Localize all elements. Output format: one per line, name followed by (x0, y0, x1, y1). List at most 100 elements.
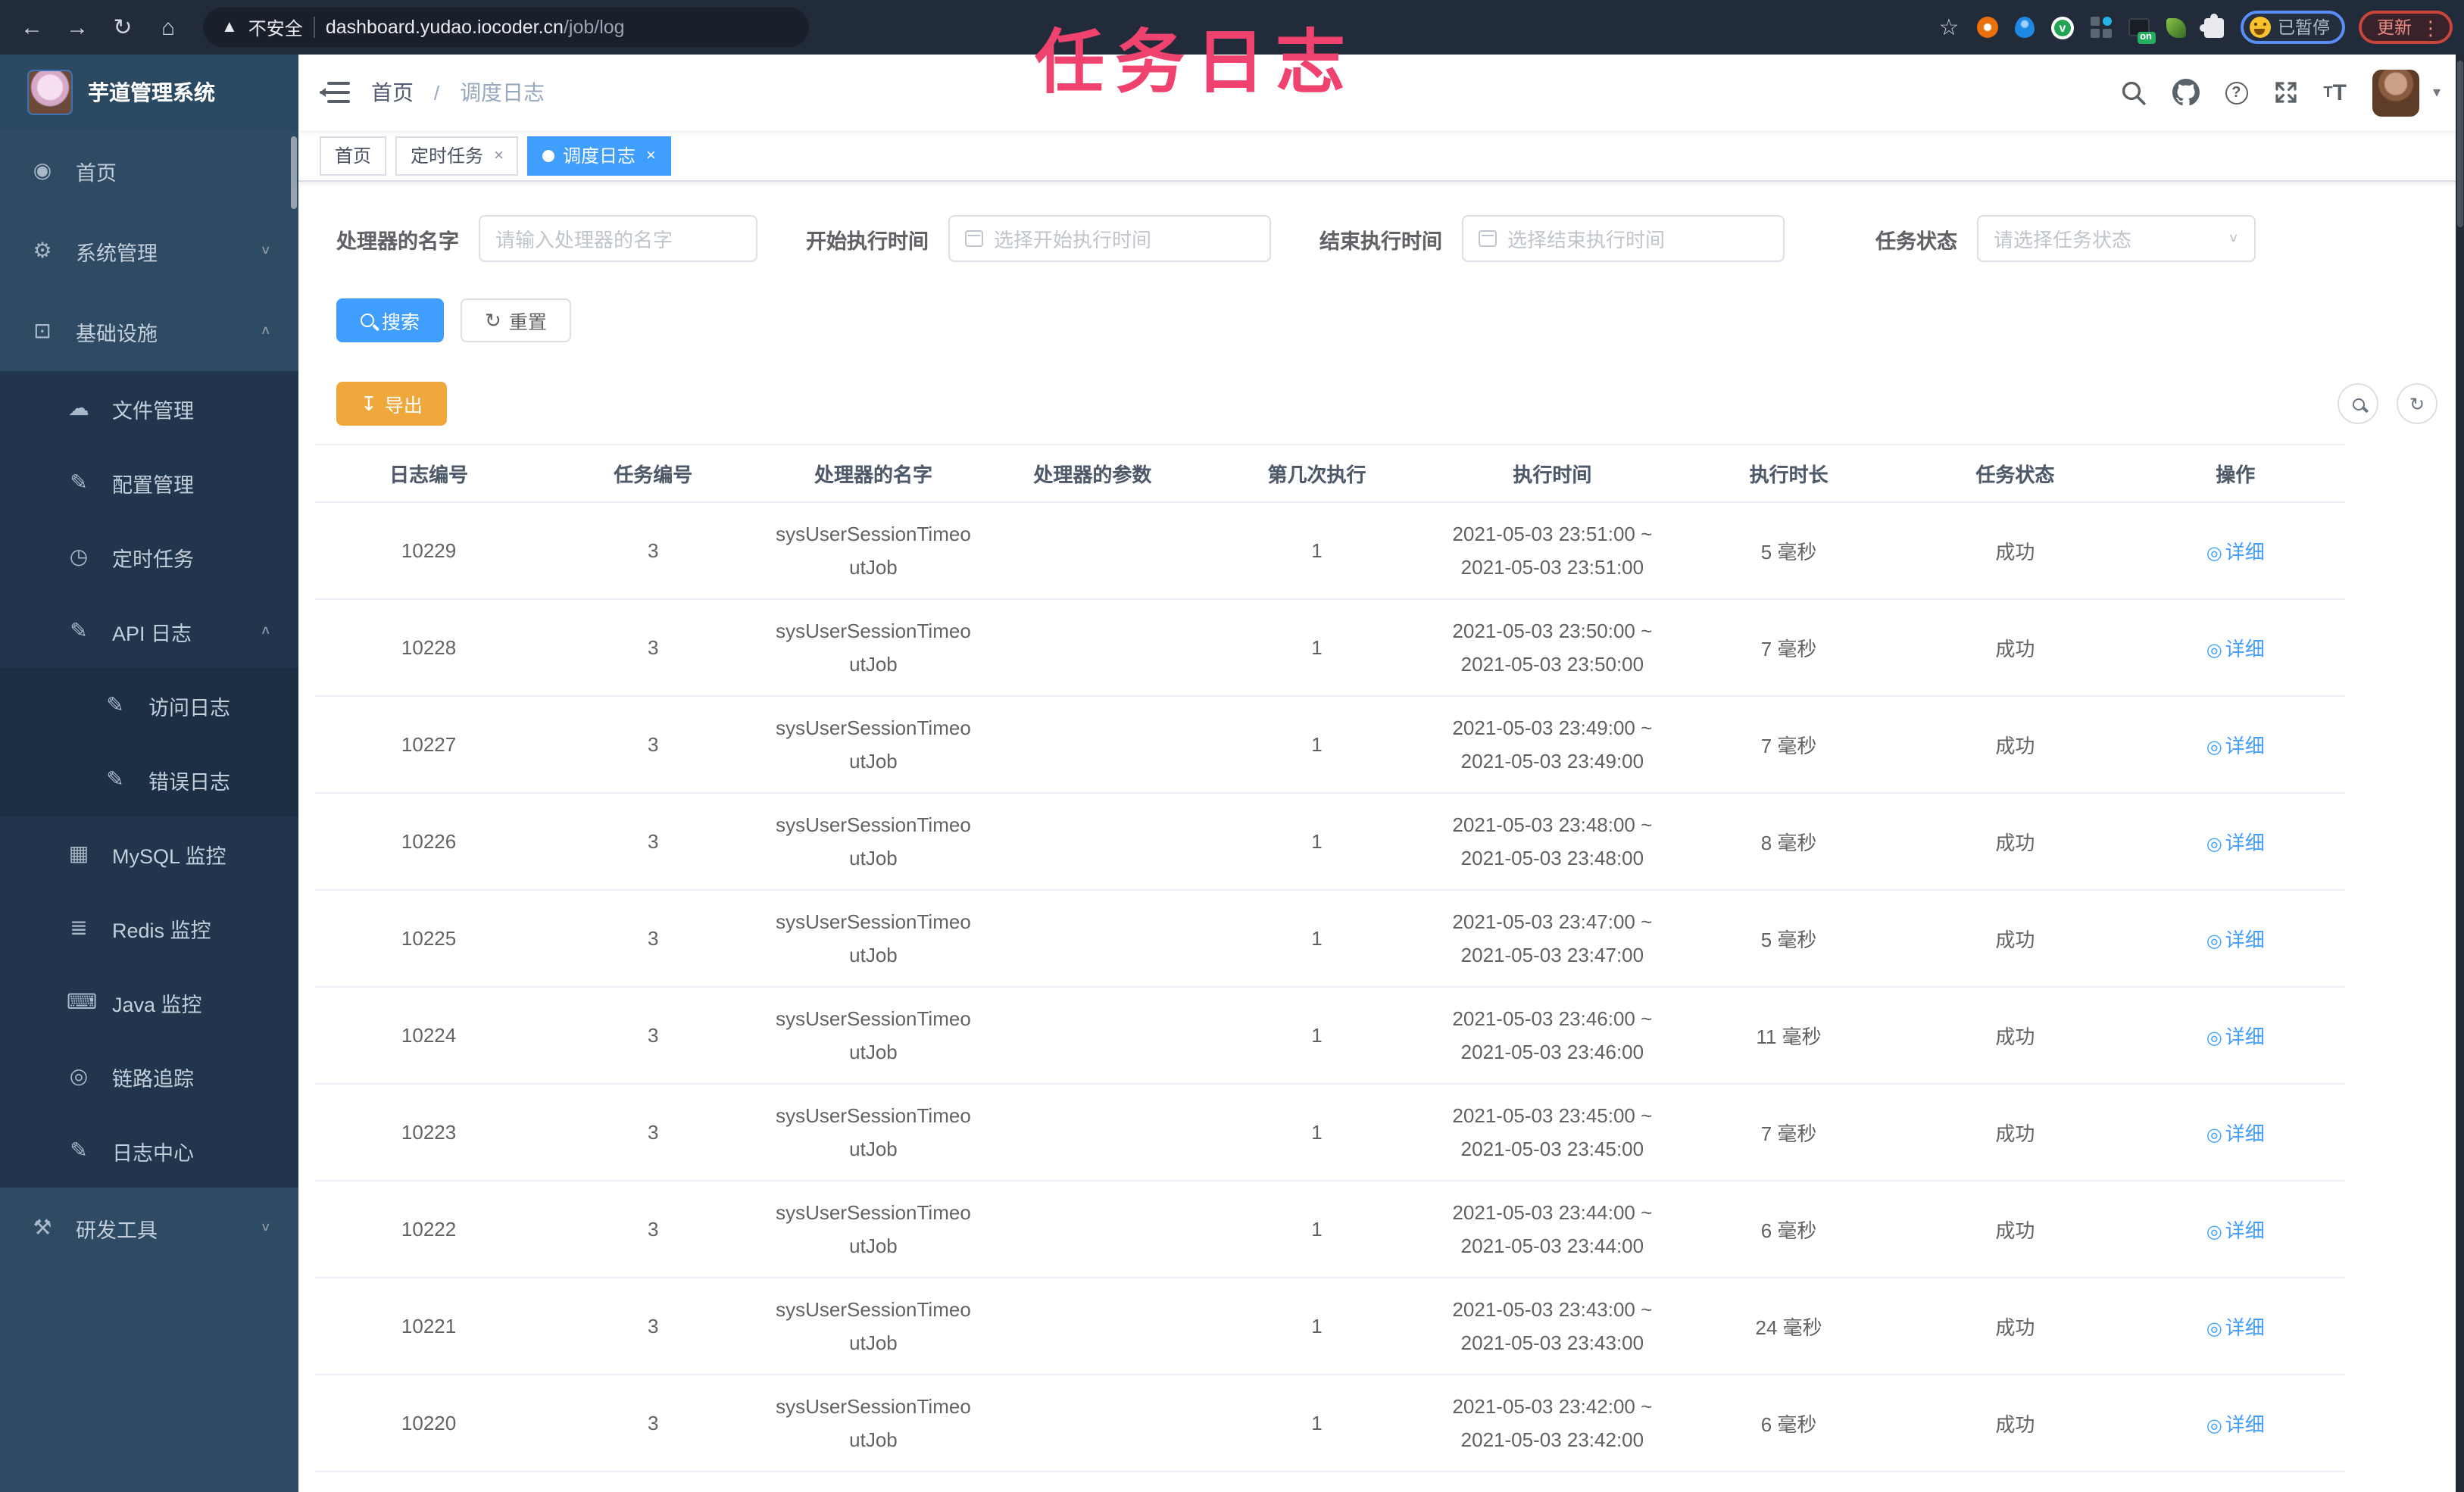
log-id-cell: 10229 (315, 502, 543, 600)
placeholder-text: 选择结束执行时间 (1507, 229, 1666, 251)
font-size-icon[interactable]: TT (2323, 80, 2347, 105)
tab-首页[interactable]: 首页 (320, 136, 387, 175)
leaf-extension-icon[interactable] (2164, 15, 2188, 39)
sidebar-item-label: API 日志 (112, 622, 192, 645)
start-time-input[interactable]: 选择开始执行时间 (948, 215, 1271, 262)
switch-on-extension-icon[interactable]: on (2126, 15, 2155, 44)
window-scrollbar-thumb[interactable] (2457, 61, 2463, 227)
search-button[interactable]: 搜索 (336, 298, 445, 342)
github-icon[interactable] (2172, 79, 2200, 106)
handler-name: sysUserSessionTimeoutJob (776, 1200, 971, 1256)
emoji-avatar-icon (2249, 17, 2270, 38)
status-cell: 成功 (1904, 599, 2126, 697)
placeholder-text: 请选择任务状态 (1994, 229, 2132, 251)
home-icon[interactable]: ⌂ (148, 8, 188, 47)
tab-定时任务[interactable]: 定时任务 × (395, 136, 519, 175)
extensions-puzzle-icon[interactable] (2200, 13, 2226, 39)
reset-button[interactable]: ↻ 重置 (461, 298, 571, 342)
blue-extension-icon[interactable] (2013, 15, 2037, 39)
action-cell: ◎ 详细 (2125, 1278, 2345, 1375)
detail-link[interactable]: ◎ 详细 (2206, 1025, 2265, 1048)
column-header: 操作 (2125, 444, 2345, 503)
detail-link[interactable]: ◎ 详细 (2206, 638, 2265, 660)
placeholder-text: 请输入处理器的名字 (495, 229, 673, 251)
user-avatar[interactable] (2372, 69, 2419, 116)
end-time-input[interactable]: 选择结束执行时间 (1462, 215, 1785, 262)
search-actions: 搜索 ↻ 重置 (336, 298, 2437, 342)
address-bar[interactable]: ▲ 不安全 dashboard.yudao.iocoder.cn/job/log (203, 8, 809, 47)
docs-question-icon[interactable]: ? (2225, 81, 2248, 104)
detail-link[interactable]: ◎ 详细 (2206, 1413, 2265, 1436)
chevron-down-icon: ∨ (260, 1221, 271, 1234)
handler-cell: sysUserSessionTimeoutJob (764, 890, 983, 988)
green-v-extension-icon[interactable]: v (2050, 15, 2075, 39)
sidebar-item-home[interactable]: ◉ 首页 (0, 130, 298, 211)
sidebar-logo[interactable]: 芋道管理系统 (0, 55, 298, 130)
detail-link[interactable]: ◎ 详细 (2206, 1316, 2265, 1339)
sidebar-item-label: 链路追踪 (112, 1067, 194, 1090)
browser-update-button[interactable]: 更新 ⋮ (2359, 11, 2453, 44)
param-cell (982, 987, 1203, 1085)
table-row: 10228 3 sysUserSessionTimeoutJob 1 2021-05-0… (315, 599, 2345, 697)
sidebar-item-file-mgmt[interactable]: ☁ 文件管理 (0, 371, 298, 445)
not-secure-label: 不安全 (248, 17, 303, 39)
close-tag-icon[interactable]: × (494, 146, 504, 164)
window-scrollbar[interactable] (2456, 55, 2464, 1492)
bookmark-star-icon[interactable]: ☆ (1937, 15, 1961, 41)
paused-badge[interactable]: 已暂停 (2240, 11, 2345, 44)
sidebar-item-infrastructure[interactable]: ⊡ 基础设施 ∧ (0, 291, 298, 371)
sidebar-item-java-monitor[interactable]: ⌨ Java 监控 (0, 965, 298, 1039)
detail-link[interactable]: ◎ 详细 (2206, 1122, 2265, 1145)
action-cell: ◎ 详细 (2125, 1375, 2345, 1472)
sidebar-item-redis-monitor[interactable]: ≣ Redis 监控 (0, 891, 298, 965)
sidebar-item-api-log[interactable]: ✎ API 日志 ∧ (0, 594, 298, 668)
detail-link[interactable]: ◎ 详细 (2206, 1219, 2265, 1242)
detail-link[interactable]: ◎ 详细 (2206, 832, 2265, 854)
refresh-table-button[interactable]: ↻ (2397, 383, 2437, 424)
sidebar-item-mysql-monitor[interactable]: ▦ MySQL 监控 (0, 816, 298, 891)
forward-icon[interactable]: → (58, 8, 97, 47)
fullscreen-icon[interactable] (2273, 80, 2297, 105)
eye-icon: ◎ (2206, 736, 2222, 757)
table-row: 10222 3 sysUserSessionTimeoutJob 1 2021-05-0… (315, 1181, 2345, 1278)
task-status-select[interactable]: 请选择任务状态 ∨ (1977, 215, 2256, 262)
reload-icon[interactable]: ↻ (103, 8, 142, 47)
search-icon[interactable] (2120, 80, 2146, 105)
detail-link[interactable]: ◎ 详细 (2206, 735, 2265, 757)
export-button[interactable]: ↧ 导出 (336, 382, 447, 426)
detail-link[interactable]: ◎ 详细 (2206, 541, 2265, 563)
sidebar-item-scheduled-tasks[interactable]: ◷ 定时任务 (0, 520, 298, 594)
toggle-search-button[interactable] (2338, 383, 2378, 424)
sidebar-item-config-mgmt[interactable]: ✎ 配置管理 (0, 445, 298, 520)
collapse-sidebar-icon[interactable] (320, 82, 350, 103)
sidebar-scrollbar-thumb[interactable] (291, 136, 297, 209)
tab-调度日志[interactable]: 调度日志 × (527, 136, 671, 175)
browser-menu-kebab-icon[interactable]: ⋮ (2421, 17, 2441, 37)
job-id-cell: 3 (542, 793, 764, 891)
url-host: dashboard.yudao.iocoder.cn (325, 17, 564, 38)
sidebar-item-system-mgmt[interactable]: ⚙ 系统管理 ∨ (0, 211, 298, 291)
status-cell: 成功 (1904, 890, 2126, 988)
log-id-cell: 10227 (315, 696, 543, 794)
detail-link[interactable]: ◎ 详细 (2206, 929, 2265, 951)
eye-icon: ◎ (2206, 930, 2222, 951)
param-cell (982, 696, 1203, 794)
sidebar-item-log-center[interactable]: ✎ 日志中心 (0, 1113, 298, 1188)
sidebar-item-error-log[interactable]: ✎ 错误日志 (0, 742, 298, 816)
filter-label-end-time: 结束执行时间 (1319, 229, 1442, 252)
action-cell: ◎ 详细 (2125, 890, 2345, 988)
handler-name-input[interactable]: 请输入处理器的名字 (479, 215, 757, 262)
user-menu-caret-icon[interactable]: ▾ (2433, 84, 2441, 101)
exec-time-line: 2021-05-03 23:51:00 ~ (1452, 522, 1653, 545)
back-icon[interactable]: ← (12, 8, 52, 47)
sidebar-item-dev-tools[interactable]: ⚒ 研发工具 ∨ (0, 1188, 298, 1268)
orange-extension-icon[interactable] (1975, 15, 1999, 39)
sidebar-item-trace[interactable]: ◎ 链路追踪 (0, 1039, 298, 1113)
screenshot-root: ← → ↻ ⌂ ▲ 不安全 dashboard.yudao.iocoder.cn… (0, 0, 2464, 1492)
sidebar-item-access-log[interactable]: ✎ 访问日志 (0, 668, 298, 742)
breadcrumb-home[interactable]: 首页 (371, 80, 414, 105)
grid-extension-icon[interactable] (2088, 15, 2113, 39)
close-tag-icon[interactable]: × (646, 146, 656, 164)
exec-time-line: 2021-05-03 23:48:00 ~ (1452, 813, 1653, 835)
action-cell: ◎ 详细 (2125, 599, 2345, 697)
